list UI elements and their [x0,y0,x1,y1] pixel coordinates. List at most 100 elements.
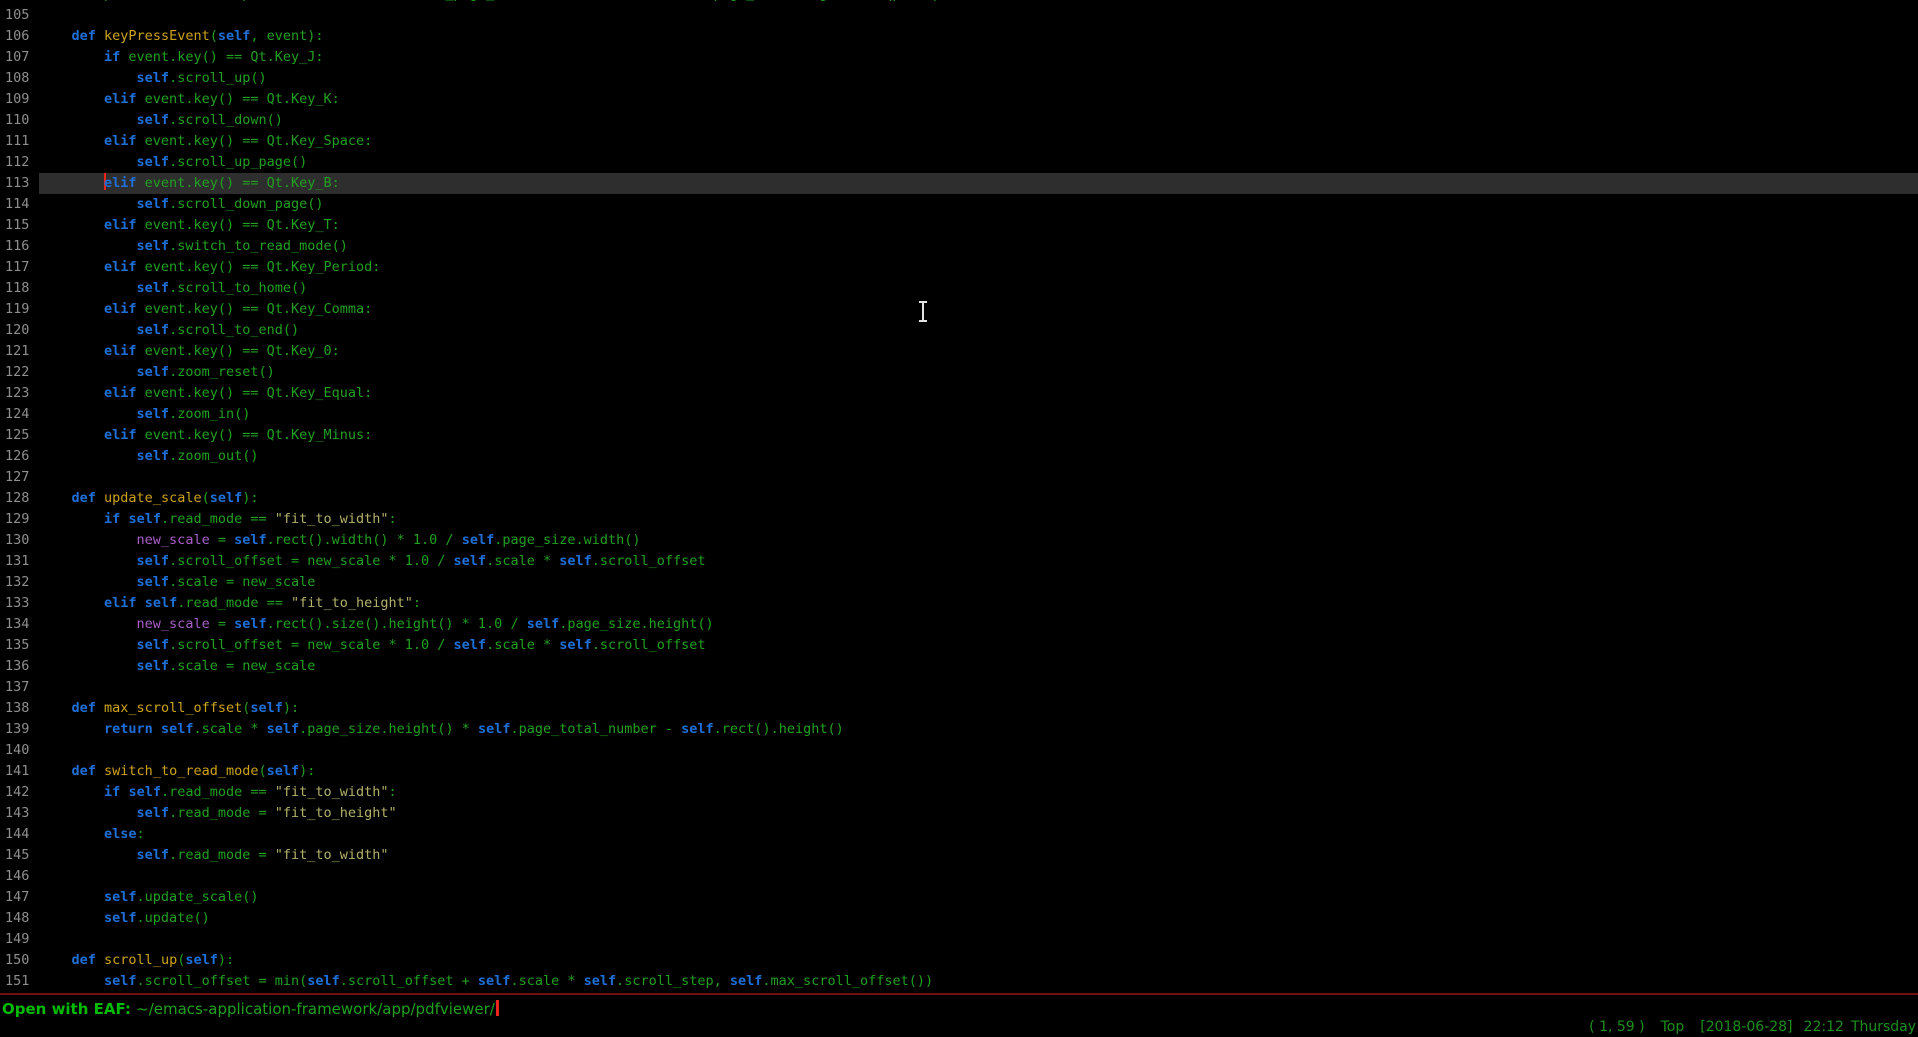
status-time: 22:12 [1804,1019,1844,1035]
code-line[interactable]: 108 self.scroll_up() [0,68,1918,89]
minibuffer-input[interactable]: ~/emacs-application-framework/app/pdfvie… [136,1000,495,1018]
minibuffer[interactable]: Open with EAF: ~/emacs-application-frame… [2,999,499,1019]
line-content: self.read_mode = "fit_to_width" [39,845,1918,866]
code-line[interactable]: 138 def max_scroll_offset(self): [0,698,1918,719]
line-content: elif event.key() == Qt.Key_Equal: [39,383,1918,404]
line-content: self.update() [39,908,1918,929]
line-content: self.scroll_up_page() [39,152,1918,173]
line-content: self.read_mode = "fit_to_height" [39,803,1918,824]
minibuffer-cursor [496,1000,499,1016]
code-line[interactable]: 120 self.scroll_to_end() [0,320,1918,341]
code-line[interactable]: 130 new_scale = self.rect().width() * 1.… [0,530,1918,551]
line-number: 144 [0,824,39,845]
code-line[interactable]: 109 elif event.key() == Qt.Key_K: [0,89,1918,110]
code-line[interactable]: 105 [0,5,1918,26]
code-line[interactable]: 147 self.update_scale() [0,887,1918,908]
code-line[interactable]: 143 self.read_mode = "fit_to_height" [0,803,1918,824]
code-line[interactable]: 151 self.scroll_offset = min(self.scroll… [0,971,1918,992]
line-number: 139 [0,719,39,740]
line-number: 142 [0,782,39,803]
code-line[interactable]: 119 elif event.key() == Qt.Key_Comma: [0,299,1918,320]
line-content: self.scroll_offset = min(self.scroll_off… [39,971,1918,992]
line-content [39,866,1918,887]
line-content: def update_scale(self): [39,488,1918,509]
code-line[interactable]: 134 new_scale = self.rect().size().heigh… [0,614,1918,635]
line-number: 123 [0,383,39,404]
line-number: 151 [0,971,39,992]
line-content: self.scroll_down() [39,110,1918,131]
code-line[interactable]: 117 elif event.key() == Qt.Key_Period: [0,257,1918,278]
code-line[interactable]: 132 self.scale = new_scale [0,572,1918,593]
code-line[interactable]: 126 self.zoom_out() [0,446,1918,467]
code-line[interactable]: 111 elif event.key() == Qt.Key_Space: [0,131,1918,152]
code-line[interactable]: 146 [0,866,1918,887]
line-content: self.switch_to_read_mode() [39,236,1918,257]
code-line[interactable]: 140 [0,740,1918,761]
line-number: 147 [0,887,39,908]
code-line[interactable]: 110 self.scroll_down() [0,110,1918,131]
code-line[interactable]: 150 def scroll_up(self): [0,950,1918,971]
line-content: return self.scale * self.page_size.heigh… [39,719,1918,740]
line-content: elif event.key() == Qt.Key_Minus: [39,425,1918,446]
code-line[interactable]: 114 self.scroll_down_page() [0,194,1918,215]
line-number: 124 [0,404,39,425]
line-content: elif event.key() == Qt.Key_T: [39,215,1918,236]
line-content: elif event.key() == Qt.Key_Comma: [39,299,1918,320]
line-content: self.scale = new_scale [39,572,1918,593]
code-line[interactable]: 149 [0,929,1918,950]
code-line[interactable]: 148 self.update() [0,908,1918,929]
line-number: 126 [0,446,39,467]
line-content: self.zoom_in() [39,404,1918,425]
line-content: self.scroll_offset = new_scale * 1.0 / s… [39,635,1918,656]
code-line[interactable]: 144 else: [0,824,1918,845]
line-number: 112 [0,152,39,173]
code-line[interactable]: 113 elif event.key() == Qt.Key_B: [0,173,1918,194]
line-number: 113 [0,173,39,194]
line-number: 114 [0,194,39,215]
code-line[interactable]: 136 self.scale = new_scale [0,656,1918,677]
code-line[interactable]: 121 elif event.key() == Qt.Key_0: [0,341,1918,362]
line-number: 146 [0,866,39,887]
line-number: 141 [0,761,39,782]
code-line[interactable]: 106 def keyPressEvent(self, event): [0,26,1918,47]
line-number: 118 [0,278,39,299]
line-number: 109 [0,89,39,110]
code-line[interactable]: 142 if self.read_mode == "fit_to_width": [0,782,1918,803]
line-number: 110 [0,110,39,131]
code-line[interactable]: 116 self.switch_to_read_mode() [0,236,1918,257]
line-number: 122 [0,362,39,383]
code-line[interactable]: 135 self.scroll_offset = new_scale * 1.0… [0,635,1918,656]
code-line[interactable]: 137 [0,677,1918,698]
code-line[interactable]: 129 if self.read_mode == "fit_to_width": [0,509,1918,530]
code-line[interactable]: 128 def update_scale(self): [0,488,1918,509]
status-day: Thursday [1851,1019,1916,1035]
code-line[interactable]: 123 elif event.key() == Qt.Key_Equal: [0,383,1918,404]
code-line[interactable]: 141 def switch_to_read_mode(self): [0,761,1918,782]
code-line[interactable]: 139 return self.scale * self.page_size.h… [0,719,1918,740]
code-line[interactable]: 107 if event.key() == Qt.Key_J: [0,47,1918,68]
line-number: 140 [0,740,39,761]
code-line[interactable]: 127 [0,467,1918,488]
code-line[interactable]: 122 self.zoom_reset() [0,362,1918,383]
line-number: 120 [0,320,39,341]
code-line[interactable]: 145 self.read_mode = "fit_to_width" [0,845,1918,866]
line-number: 134 [0,614,39,635]
line-number: 108 [0,68,39,89]
line-number: 149 [0,929,39,950]
code-line[interactable]: 125 elif event.key() == Qt.Key_Minus: [0,425,1918,446]
line-number: 133 [0,593,39,614]
mode-line[interactable] [0,993,1918,995]
code-line[interactable]: 118 self.scroll_to_home() [0,278,1918,299]
line-number: 105 [0,5,39,26]
code-area[interactable]: 104 painter.drawPixmap(QRect(0, (index -… [0,0,1918,992]
code-line[interactable]: 124 self.zoom_in() [0,404,1918,425]
line-number: 129 [0,509,39,530]
line-content: self.scroll_to_end() [39,320,1918,341]
line-number: 136 [0,656,39,677]
code-line[interactable]: 115 elif event.key() == Qt.Key_T: [0,215,1918,236]
line-content: def switch_to_read_mode(self): [39,761,1918,782]
code-line[interactable]: 112 self.scroll_up_page() [0,152,1918,173]
code-line[interactable]: 133 elif self.read_mode == "fit_to_heigh… [0,593,1918,614]
code-line[interactable]: 131 self.scroll_offset = new_scale * 1.0… [0,551,1918,572]
line-content: self.scale = new_scale [39,656,1918,677]
